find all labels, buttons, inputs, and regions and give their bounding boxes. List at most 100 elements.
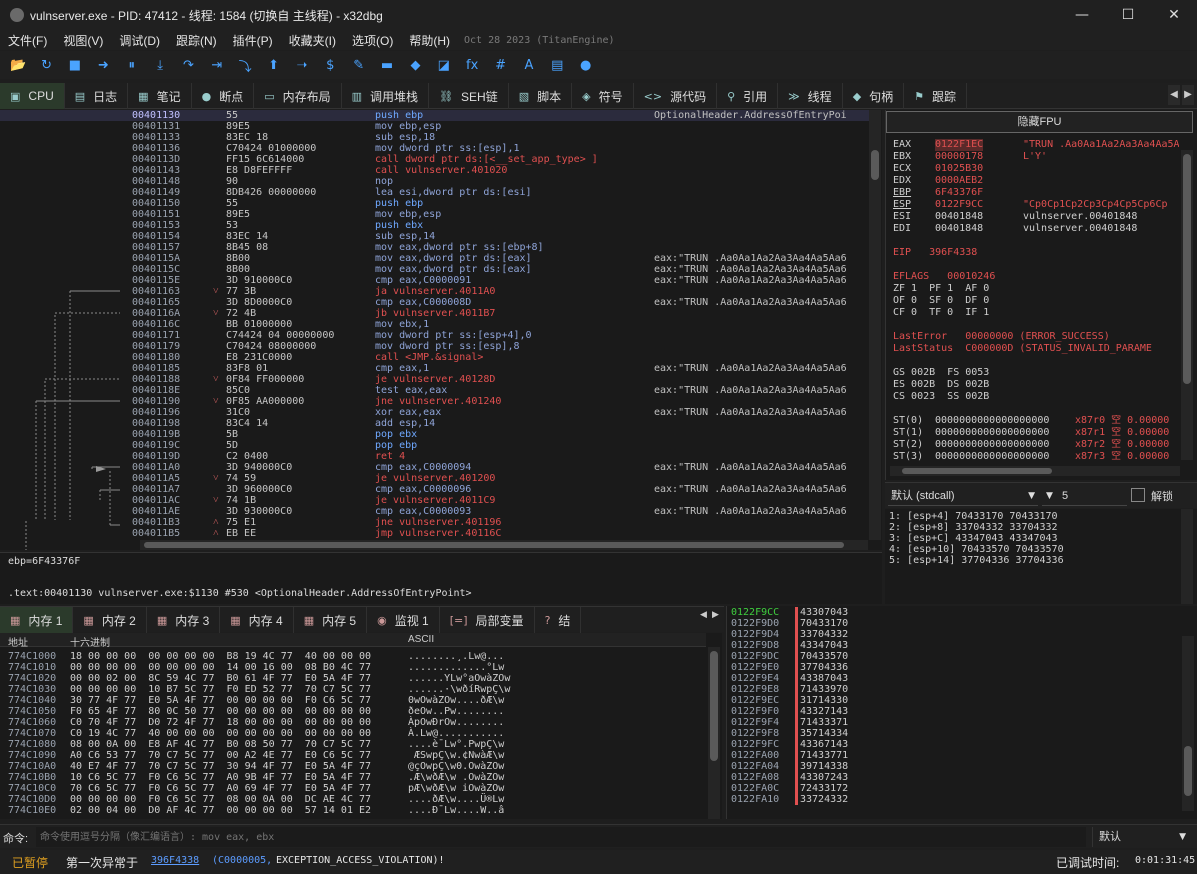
tab-3[interactable]: ● 断点 [192,83,255,109]
disasm-row[interactable]: 0040116C BB 01000000 mov ebx,1 [0,319,870,330]
disasm-row[interactable]: 00401143 E8 D8FEFFFF call vulnserver.40102… [0,165,870,176]
disasm-row[interactable]: 0040115A 8B00 mov eax,dword ptr ds:[eax] ea… [0,253,870,264]
stack-row[interactable]: 0122F9FC 43367143 [731,739,1191,750]
menu-plugins[interactable]: 插件(P) [225,32,281,49]
register-value[interactable]: 00000178 [935,151,983,163]
dump-tab-5[interactable]: ◉ 监视 1 [367,607,440,633]
dump-row[interactable]: 774C10A0 40 E7 4F 77 70 C7 5C 77 30 94 4F… [0,761,706,772]
stack-row[interactable]: 0122F9EC 31714330 [731,695,1191,706]
register-value[interactable]: 6F43376F [935,187,983,199]
hide-fpu-button[interactable]: 隐藏FPU [886,111,1193,133]
stack-row[interactable]: 0122F9E4 43387043 [731,673,1191,684]
disasm-row[interactable]: 00401188 ˅ 0F84 FF000000 je vulnserver.4012… [0,374,870,385]
disasm-row[interactable]: 004011AC ˅ 74 1B je vulnserver.4011C9 [0,495,870,506]
dump-tab-6[interactable]: [=] 局部变量 [440,607,535,633]
tab-12[interactable]: ◆ 句柄 [843,83,905,109]
hash-icon[interactable]: # [491,55,511,75]
stack-row[interactable]: 0122FA08 43307243 [731,772,1191,783]
dumptabs-right-icon[interactable]: ▶ [712,610,722,628]
register-value[interactable]: 00401848 [935,211,983,223]
stack-row[interactable]: 0122F9DC 70433570 [731,651,1191,662]
tab-7[interactable]: ▧ 脚本 [509,83,573,109]
menu-favourites[interactable]: 收藏夹(I) [281,32,344,49]
register-value[interactable]: 01025B30 [935,163,983,175]
strings-icon[interactable]: A [519,55,539,75]
dump-tab-2[interactable]: ▦ 内存 3 [147,607,221,633]
stack-row[interactable]: 0122F9F8 35714334 [731,728,1191,739]
calculator-icon[interactable]: ▤ [547,55,567,75]
tab-4[interactable]: ▭ 内存布局 [254,83,342,109]
disasm-row[interactable]: 00401151 89E5 mov ebp,esp [0,209,870,220]
disasm-row[interactable]: 00401196 31C0 xor eax,eax eax:"TRUN .Aa0Aa1… [0,407,870,418]
disasm-row[interactable]: 00401185 83F8 01 cmp eax,1 eax:"TRUN .Aa0Aa… [0,363,870,374]
stack-row[interactable]: 0122F9D4 33704332 [731,629,1191,640]
command-mode-select[interactable]: 默认 ▼ [1092,827,1192,847]
patch-icon[interactable]: ✎ [349,55,369,75]
stack-row[interactable]: 0122FA0C 72433172 [731,783,1191,794]
tab-0[interactable]: ▣ CPU [0,83,65,109]
call-convention-select[interactable]: 默认 (stdcall) ▼ [888,486,1038,506]
dump-tab-4[interactable]: ▦ 内存 5 [294,607,368,633]
dump-row[interactable]: 774C1040 30 77 4F 77 E0 5A 4F 77 00 00 00… [0,695,706,706]
disasm-row[interactable]: 00401130 55 push ebp OptionalHeader.Address… [0,110,870,121]
label-icon[interactable]: ◆ [405,55,425,75]
disasm-row[interactable]: 00401180 E8 231C0000 call <JMP.&signal> [0,352,870,363]
register-value[interactable]: 00401848 [935,223,983,235]
disasm-row[interactable]: 0040116A ˅ 72 4B jb vulnserver.4011B7 [0,308,870,319]
disasm-row[interactable]: 00401171 C74424 04 00000000 mov dword ptr … [0,330,870,341]
trace-into-icon[interactable]: ⇥ [207,55,227,75]
stack-row[interactable]: 0122FA00 71433771 [731,750,1191,761]
disasm-row[interactable]: 00401190 ˅ 0F85 AA000000 jne vulnserver.401… [0,396,870,407]
dump-row[interactable]: 774C1050 F0 65 4F 77 80 0C 50 77 00 00 00… [0,706,706,717]
disasm-row[interactable]: 00401154 83EC 14 sub esp,14 [0,231,870,242]
disasm-row[interactable]: 00401198 83C4 14 add esp,14 [0,418,870,429]
disasm-scrollbar[interactable] [869,110,881,540]
disasm-row[interactable]: 0040113D FF15 6C614000 call dword ptr ds:[… [0,154,870,165]
restart-icon[interactable]: ↻ [37,55,57,75]
unlock-checkbox[interactable] [1131,488,1145,502]
menu-trace[interactable]: 跟踪(N) [168,32,225,49]
disasm-row[interactable]: 0040119D C2 0400 ret 4 [0,451,870,462]
tab-10[interactable]: ⚲ 引用 [717,83,779,109]
disasm-row[interactable]: 00401179 C70424 08000000 mov dword ptr ss:… [0,341,870,352]
disasm-row[interactable]: 0040118E 85C0 test eax,eax eax:"TRUN .Aa0Aa… [0,385,870,396]
dumptabs-left-icon[interactable]: ◀ [700,610,710,628]
arg-count-spinbox[interactable]: ▼ 5 [1042,486,1127,506]
disasm-row[interactable]: 00401157 8B45 08 mov eax,dword ptr ss:[ebp… [0,242,870,253]
pause-icon[interactable]: ⏸ [122,55,142,75]
tabs-scroll-left-icon[interactable]: ◀ [1168,85,1180,105]
stack-row[interactable]: 0122FA10 33724332 [731,794,1191,805]
menu-options[interactable]: 选项(O) [344,32,401,49]
open-icon[interactable]: 📂 [8,55,28,75]
globe-icon[interactable]: ● [576,55,596,75]
dump-row[interactable]: 774C10D0 00 00 00 00 F0 C6 5C 77 08 00 0A… [0,794,706,805]
stack-row[interactable]: 0122F9E8 71433970 [731,684,1191,695]
tab-6[interactable]: ⛓ SEH链 [429,83,509,109]
dump-row[interactable]: 774C10C0 70 C6 5C 77 F0 C6 5C 77 A0 69 4F… [0,783,706,794]
menu-file[interactable]: 文件(F) [0,32,55,49]
tab-2[interactable]: ▦ 笔记 [128,83,192,109]
stack-arg[interactable]: 2: [esp+8] 33704332 33704332 [889,522,1058,533]
stack-row[interactable]: 0122F9D0 70433170 [731,618,1191,629]
dump-row[interactable]: 774C1020 00 00 02 00 8C 59 4C 77 B0 61 4F… [0,673,706,684]
register-value[interactable]: 0122F1EC [935,139,984,151]
dump-row[interactable]: 774C10B0 10 C6 5C 77 F0 C6 5C 77 A0 9B 4F… [0,772,706,783]
disasm-row[interactable]: 004011A5 ˅ 74 59 je vulnserver.401200 [0,473,870,484]
dump-tab-3[interactable]: ▦ 内存 4 [220,607,294,633]
disasm-row[interactable]: 0040119B 5B pop ebx [0,429,870,440]
disasm-row[interactable]: 0040115C 8B00 mov eax,dword ptr ds:[eax] ea… [0,264,870,275]
stackargs-scrollbar[interactable] [1181,509,1193,604]
command-input[interactable] [36,827,1086,847]
tab-5[interactable]: ▥ 调用堆栈 [342,83,430,109]
tab-11[interactable]: ≫ 线程 [778,83,843,109]
tab-1[interactable]: ▤ 日志 [65,83,129,109]
disasm-row[interactable]: 004011A7 3D 960000C0 cmp eax,C0000096 eax:"… [0,484,870,495]
disasm-row[interactable]: 0040115E 3D 910000C0 cmp eax,C0000091 eax:"… [0,275,870,286]
maximize-button[interactable]: ☐ [1105,0,1151,30]
stop-icon[interactable]: ■ [65,55,85,75]
dump-row[interactable]: 774C1090 A0 C6 53 77 70 C7 5C 77 00 A2 4E… [0,750,706,761]
tab-13[interactable]: ⚑ 跟踪 [904,83,968,109]
disasm-row[interactable]: 00401165 3D 8D0000C0 cmp eax,C000008D eax:"… [0,297,870,308]
stack-row[interactable]: 0122F9E0 37704336 [731,662,1191,673]
disasm-row[interactable]: 00401136 C70424 01000000 mov dword ptr ss:… [0,143,870,154]
